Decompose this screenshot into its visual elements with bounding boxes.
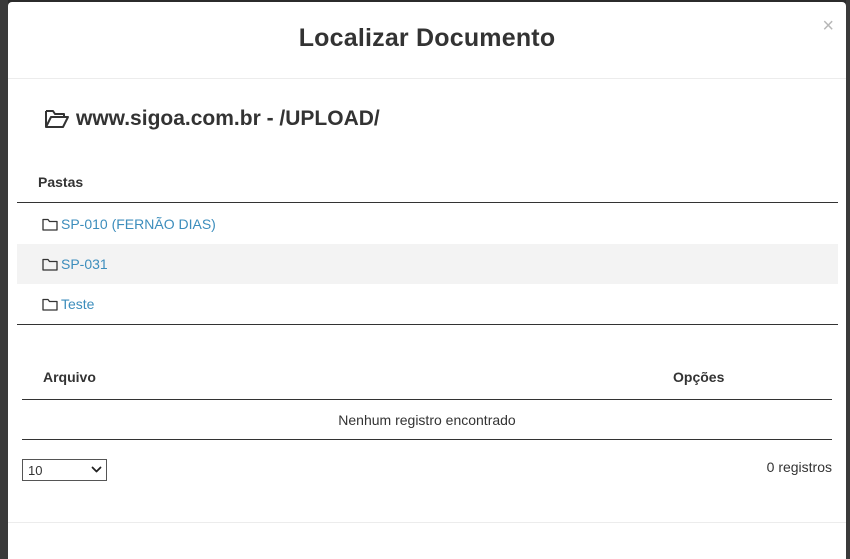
column-header-opcoes[interactable]: Opções	[673, 369, 724, 385]
close-button[interactable]: ×	[822, 16, 834, 36]
folder-link[interactable]: SP-010 (FERNÃO DIAS)	[61, 216, 216, 232]
folder-icon	[42, 298, 58, 311]
locate-document-modal: Localizar Documento × www.sigoa.com.br -…	[8, 2, 846, 559]
page-size-value: 10	[28, 462, 43, 478]
folder-list-divider	[17, 324, 838, 325]
folder-row[interactable]: SP-031	[17, 244, 838, 284]
path-text: www.sigoa.com.br - /UPLOAD/	[76, 107, 380, 130]
folder-link[interactable]: SP-031	[61, 256, 108, 272]
column-header-arquivo[interactable]: Arquivo	[43, 369, 96, 385]
folders-header: Pastas	[17, 167, 838, 203]
backdrop	[846, 0, 850, 559]
current-path: www.sigoa.com.br - /UPLOAD/	[44, 104, 380, 134]
chevron-down-icon	[91, 466, 102, 473]
records-count: 0 registros	[766, 459, 832, 475]
folder-link[interactable]: Teste	[61, 296, 94, 312]
page-size-select[interactable]: 10	[22, 459, 107, 481]
folder-icon	[42, 218, 58, 231]
empty-table-message: Nenhum registro encontrado	[22, 400, 832, 440]
backdrop	[0, 0, 8, 559]
folder-row[interactable]: SP-010 (FERNÃO DIAS)	[17, 204, 838, 244]
files-table-header: Arquivo Opções	[22, 360, 832, 400]
modal-header: Localizar Documento ×	[8, 2, 846, 79]
folder-list: SP-010 (FERNÃO DIAS) SP-031 Teste	[17, 204, 838, 324]
folder-open-icon	[45, 110, 69, 128]
folders-header-label: Pastas	[38, 174, 84, 190]
modal-footer-divider	[8, 522, 846, 523]
folder-row[interactable]: Teste	[17, 284, 838, 324]
folder-icon	[42, 258, 58, 271]
modal-title: Localizar Documento	[298, 24, 556, 52]
